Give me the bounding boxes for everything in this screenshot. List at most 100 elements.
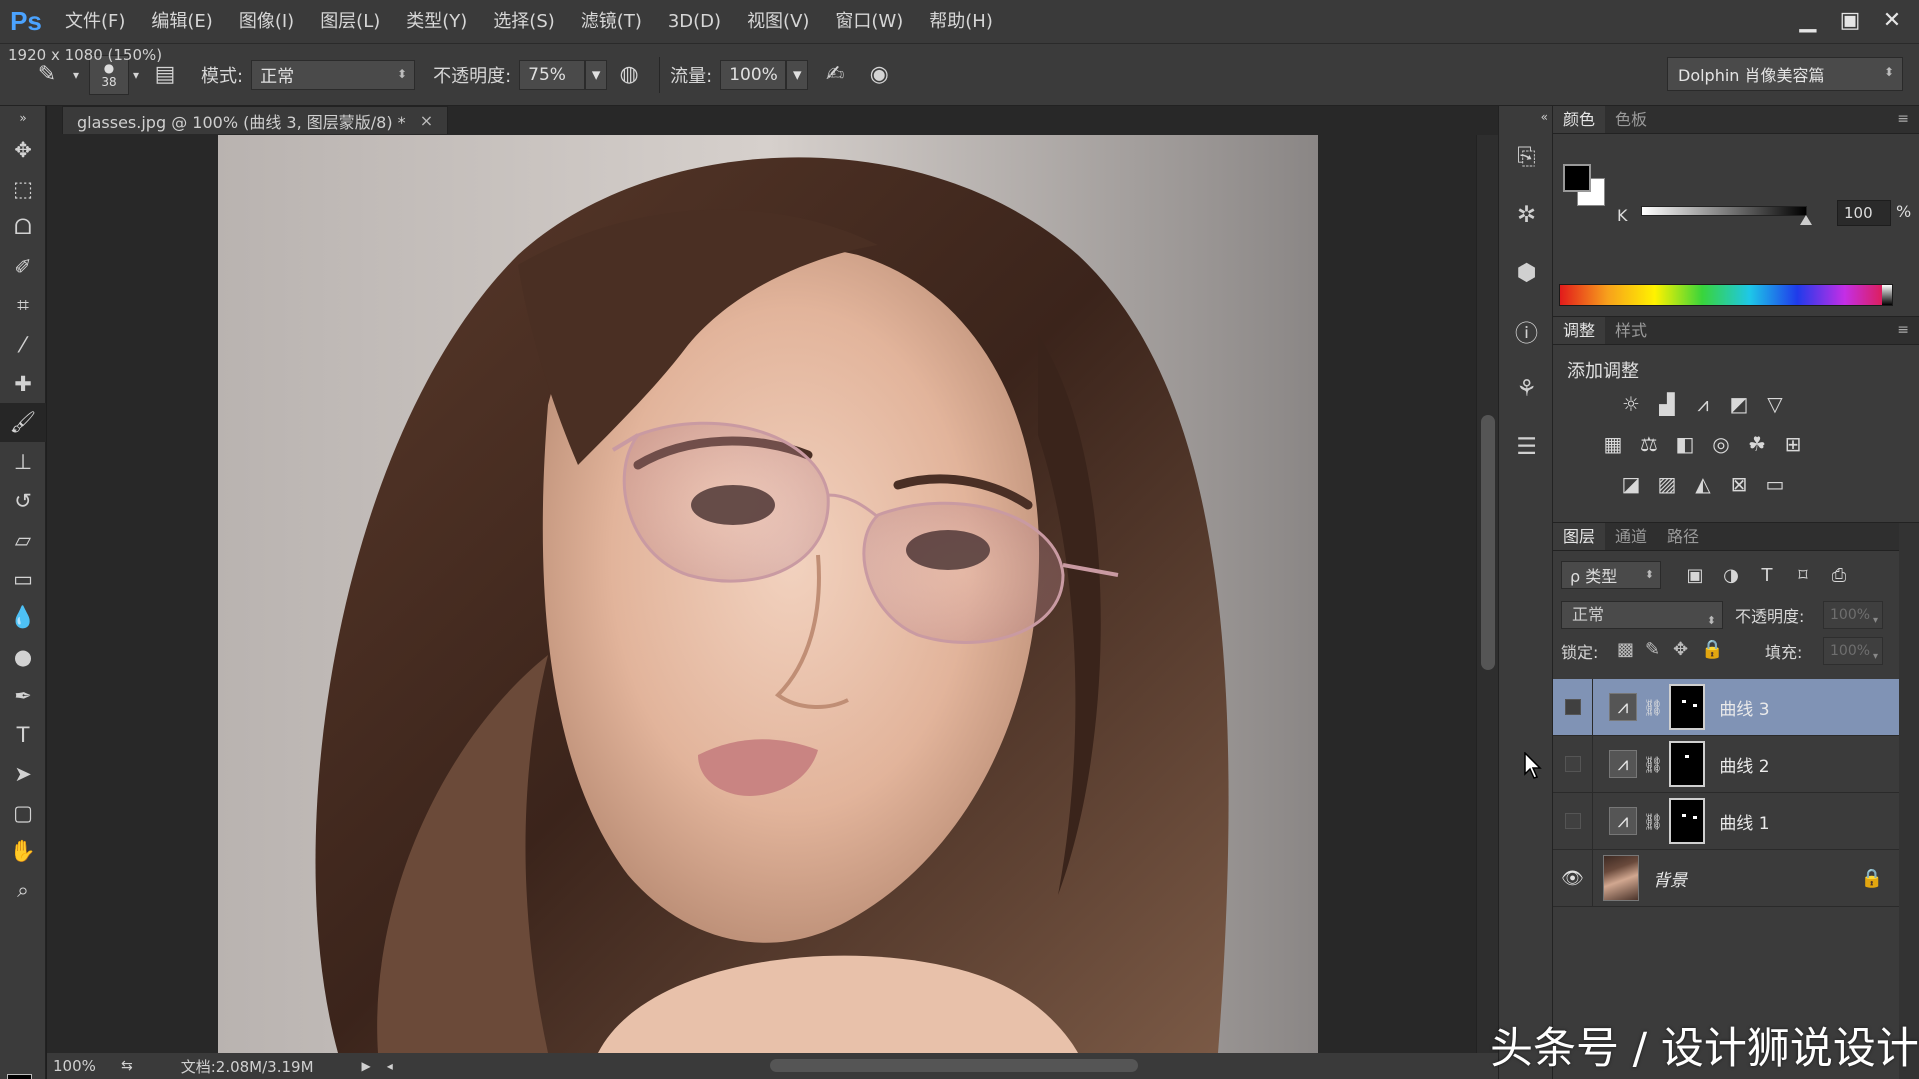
- blur-tool-icon[interactable]: 💧: [0, 598, 46, 637]
- document-tab[interactable]: glasses.jpg @ 100% (曲线 3, 图层蒙版/8) * ×: [62, 106, 449, 134]
- blend-mode-select[interactable]: 正常 ⬍: [1561, 601, 1723, 629]
- black-white-icon[interactable]: ◧: [1667, 427, 1703, 461]
- tab-adjustments[interactable]: 调整: [1553, 317, 1606, 344]
- tab-swatches[interactable]: 色板: [1605, 106, 1657, 133]
- 3d-panel-icon[interactable]: ⬢: [1499, 244, 1554, 302]
- type-tool-icon[interactable]: T: [0, 715, 46, 754]
- menu-view[interactable]: 视图(V): [734, 0, 822, 44]
- tab-styles[interactable]: 样式: [1605, 317, 1657, 344]
- gradient-tool-icon[interactable]: ▭: [0, 559, 46, 598]
- pixel-filter-icon[interactable]: ▣: [1677, 561, 1713, 589]
- hand-tool-icon[interactable]: ✋: [0, 832, 46, 871]
- crop-tool-icon[interactable]: ⌗: [0, 286, 46, 325]
- vertical-scroll-thumb[interactable]: [1481, 415, 1495, 670]
- layer-mask-thumbnail[interactable]: [1669, 798, 1706, 844]
- k-channel-input[interactable]: 100: [1837, 200, 1891, 226]
- collapse-arrows-icon[interactable]: «: [1499, 106, 1554, 128]
- scroll-left-icon[interactable]: ◂: [387, 1059, 393, 1073]
- path-selection-tool-icon[interactable]: ➤: [0, 754, 46, 793]
- shape-filter-icon[interactable]: ⌑: [1785, 561, 1821, 589]
- move-tool-icon[interactable]: ✥: [0, 130, 46, 169]
- eyedropper-tool-icon[interactable]: ⁄: [0, 325, 46, 364]
- menu-select[interactable]: 选择(S): [480, 0, 567, 44]
- layer-name[interactable]: 背景: [1653, 866, 1687, 891]
- visibility-toggle[interactable]: [1553, 792, 1593, 850]
- history-panel-icon[interactable]: ⎘: [1499, 128, 1554, 186]
- properties-panel-icon[interactable]: ☰: [1499, 418, 1554, 476]
- vibrance-icon[interactable]: ▽: [1757, 387, 1793, 421]
- image-canvas[interactable]: [218, 135, 1318, 1053]
- visibility-toggle[interactable]: 👁: [1553, 849, 1593, 907]
- link-icon[interactable]: ⛓: [1643, 698, 1663, 717]
- lock-position-icon[interactable]: ✥: [1673, 639, 1688, 660]
- color-balance-icon[interactable]: ⚖: [1631, 427, 1667, 461]
- link-icon[interactable]: ⛓: [1643, 755, 1663, 774]
- menu-file[interactable]: 文件(F): [52, 0, 138, 44]
- brush-tool-icon[interactable]: 🖌: [0, 403, 46, 442]
- layer-row[interactable]: ⩘ ⛓ 曲线 2: [1553, 735, 1899, 793]
- lock-transparent-icon[interactable]: ▩: [1617, 639, 1634, 660]
- curves-icon[interactable]: ⩘: [1685, 387, 1721, 421]
- navigator-panel-icon[interactable]: ✲: [1499, 186, 1554, 244]
- menu-help[interactable]: 帮助(H): [916, 0, 1006, 44]
- lasso-tool-icon[interactable]: ᗝ: [0, 208, 46, 247]
- rectangle-tool-icon[interactable]: ▢: [0, 793, 46, 832]
- tab-channels[interactable]: 通道: [1605, 523, 1657, 550]
- dodge-tool-icon[interactable]: ●: [0, 637, 46, 676]
- layer-row[interactable]: 👁 背景 🔒: [1553, 849, 1899, 907]
- zoom-level[interactable]: 100%: [53, 1057, 113, 1075]
- marquee-tool-icon[interactable]: ⬚: [0, 169, 46, 208]
- color-lookup-icon[interactable]: ⊞: [1775, 427, 1811, 461]
- zoom-tool-icon[interactable]: ⌕: [0, 871, 46, 910]
- quick-select-tool-icon[interactable]: ✐: [0, 247, 46, 286]
- layer-kind-filter[interactable]: ρ 类型 ⬍: [1561, 561, 1661, 589]
- status-menu-arrow-icon[interactable]: ▶: [362, 1059, 371, 1073]
- layer-mask-thumbnail[interactable]: [1669, 741, 1706, 787]
- healing-brush-tool-icon[interactable]: ✚: [0, 364, 46, 403]
- menu-edit[interactable]: 编辑(E): [138, 0, 225, 44]
- export-icon[interactable]: ⇆: [121, 1058, 133, 1074]
- photoshop-logo[interactable]: Ps: [0, 0, 52, 44]
- menu-layer[interactable]: 图层(L): [307, 0, 393, 44]
- type-filter-icon[interactable]: T: [1749, 561, 1785, 589]
- selective-color-icon[interactable]: ⊠: [1721, 467, 1757, 501]
- hue-saturation-icon[interactable]: ▦: [1595, 427, 1631, 461]
- k-slider-knob[interactable]: [1800, 215, 1812, 225]
- panel-menu-icon[interactable]: ≡: [1897, 106, 1909, 133]
- close-icon[interactable]: ×: [420, 111, 433, 130]
- brush-presets-icon[interactable]: ⚘: [1499, 360, 1554, 418]
- pressure-opacity-icon[interactable]: ◍: [612, 58, 646, 92]
- airbrush-icon[interactable]: ✍: [818, 58, 852, 92]
- flow-input[interactable]: 100%: [720, 59, 787, 90]
- fill-input[interactable]: 100% ▾: [1823, 637, 1883, 665]
- layer-opacity-input[interactable]: 100% ▾: [1823, 601, 1883, 629]
- layer-mask-thumbnail[interactable]: [1669, 684, 1706, 730]
- brightness-icon[interactable]: ☼: [1613, 387, 1649, 421]
- invert-icon[interactable]: ◪: [1613, 467, 1649, 501]
- opacity-input[interactable]: 75%: [519, 59, 586, 90]
- info-panel-icon[interactable]: ⓘ: [1499, 302, 1554, 360]
- menu-image[interactable]: 图像(I): [226, 0, 307, 44]
- minimize-icon[interactable]: ▁: [1787, 0, 1829, 40]
- tab-layers[interactable]: 图层: [1553, 523, 1606, 550]
- horizontal-scroll-thumb[interactable]: [770, 1059, 1138, 1072]
- layer-name[interactable]: 曲线 2: [1719, 752, 1769, 777]
- exposure-icon[interactable]: ◩: [1721, 387, 1757, 421]
- menu-type[interactable]: 类型(Y): [393, 0, 480, 44]
- channel-mixer-icon[interactable]: ☘: [1739, 427, 1775, 461]
- lock-all-icon[interactable]: 🔒: [1701, 639, 1723, 660]
- mode-select[interactable]: 正常 ⬍: [251, 59, 416, 90]
- foreground-color-swatch[interactable]: [1563, 164, 1591, 192]
- background-layer-thumbnail[interactable]: [1603, 855, 1639, 901]
- pressure-size-icon[interactable]: ◉: [862, 58, 896, 92]
- foreground-color-swatch[interactable]: [7, 1074, 32, 1079]
- pen-tool-icon[interactable]: ✒: [0, 676, 46, 715]
- tab-color[interactable]: 颜色: [1553, 106, 1606, 133]
- tab-paths[interactable]: 路径: [1657, 523, 1709, 550]
- layer-row[interactable]: ⩘ ⛓ 曲线 1: [1553, 792, 1899, 850]
- k-channel-slider[interactable]: [1641, 206, 1807, 216]
- maximize-icon[interactable]: ▣: [1829, 0, 1871, 40]
- layer-row[interactable]: ⩘ ⛓ 曲线 3: [1553, 678, 1899, 736]
- vertical-scrollbar[interactable]: [1476, 135, 1498, 1053]
- close-window-icon[interactable]: ✕: [1871, 0, 1913, 40]
